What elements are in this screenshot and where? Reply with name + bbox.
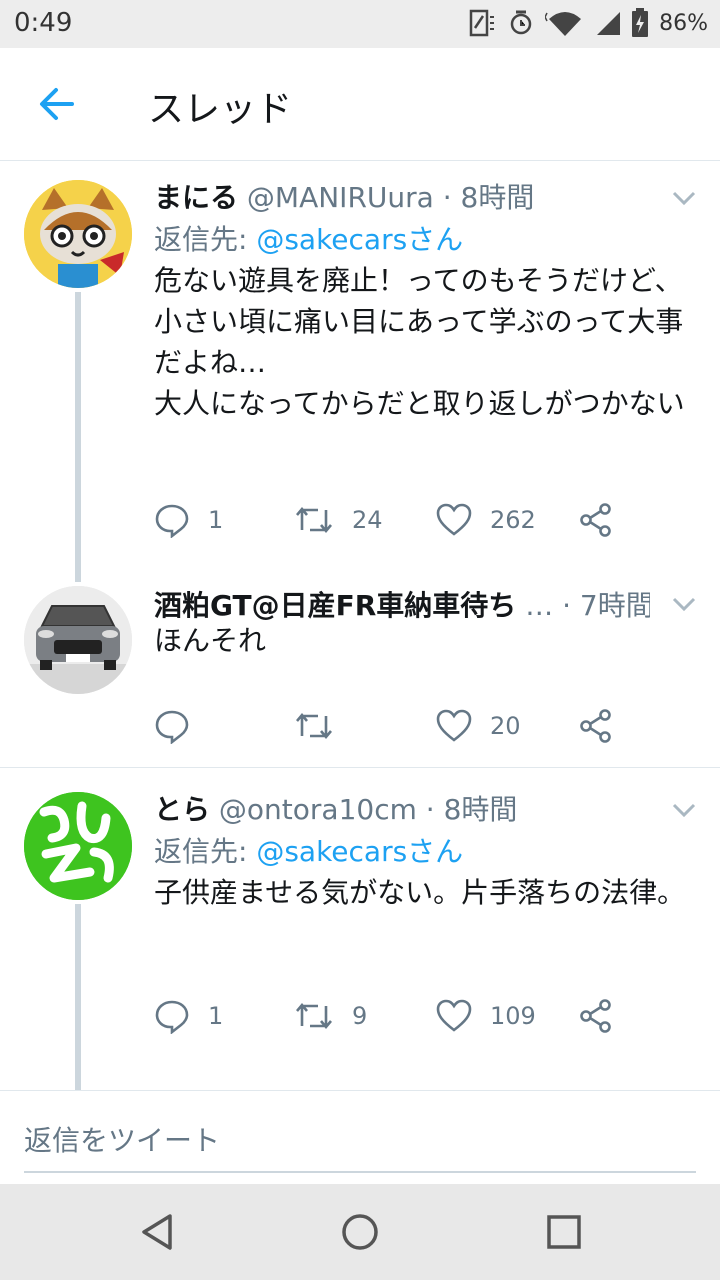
like-count: 20 (490, 712, 521, 740)
tweet-1[interactable]: まにる @MANIRUura · 8時間 返信先: @sakecarsさん 危な… (0, 160, 720, 582)
like-count: 109 (490, 1002, 536, 1030)
tweet-header: まにる @MANIRUura · 8時間 (154, 176, 650, 216)
timestamp: 7時間 (579, 589, 650, 622)
alarm-icon (510, 10, 532, 35)
reply-to-label: 返信先: (154, 835, 248, 868)
reply-icon (155, 710, 189, 744)
tweet-actions: 20 (154, 708, 694, 748)
page-title: スレッド (148, 89, 293, 130)
retweet-button[interactable]: 9 (294, 998, 367, 1034)
arrow-left-icon[interactable] (36, 84, 76, 124)
tweet-3[interactable]: とら @ontora10cm · 8時間 返信先: @sakecarsさん 子供… (0, 770, 720, 1090)
avatar[interactable] (24, 180, 132, 288)
avatar[interactable] (24, 792, 132, 900)
like-button[interactable]: 20 (436, 708, 521, 744)
reply-to-mention[interactable]: @sakecarsさん (256, 835, 463, 868)
reply-icon (155, 504, 189, 538)
separator: · (425, 793, 435, 826)
tora-avatar-image (24, 792, 132, 900)
timestamp: 8時間 (460, 181, 535, 214)
battery-percent: 86% (659, 10, 708, 36)
wifi-icon (545, 12, 582, 36)
retweet-icon (296, 1002, 332, 1030)
heart-icon (436, 709, 472, 742)
reply-to: 返信先: @sakecarsさん (154, 218, 463, 258)
recents-square-icon[interactable] (546, 1212, 582, 1252)
cat-avatar-image (24, 180, 132, 288)
like-count: 262 (490, 506, 536, 534)
retweet-icon (296, 712, 332, 740)
back-triangle-icon[interactable] (138, 1212, 178, 1252)
status-icons: 86% (467, 8, 708, 38)
battery-icon (632, 8, 649, 37)
user-handle[interactable]: @ontora10cm (219, 793, 417, 826)
reply-count: 1 (208, 1002, 224, 1030)
system-nav-bar (0, 1184, 720, 1280)
reply-button[interactable]: 1 (154, 998, 223, 1034)
tweet-text: ほんそれ (154, 624, 267, 657)
reply-icon (155, 1000, 189, 1034)
share-button[interactable] (578, 998, 614, 1034)
retweet-count: 24 (352, 506, 383, 534)
share-icon (580, 709, 611, 743)
timestamp: 8時間 (443, 793, 518, 826)
retweet-button[interactable]: 24 (294, 502, 383, 538)
user-handle[interactable]: … (525, 589, 553, 622)
reply-to-label: 返信先: (154, 223, 248, 256)
tweet-text: 子供産ませる気がない。片手落ちの法律。 (154, 876, 686, 909)
display-name[interactable]: 酒粕GT@日産FR車納車待ち (154, 589, 516, 622)
signal-icon (597, 12, 621, 35)
reply-input[interactable]: 返信をツイート (24, 1119, 220, 1159)
avatar[interactable] (24, 586, 132, 694)
share-button[interactable] (578, 502, 614, 538)
reply-to: 返信先: @sakecarsさん (154, 830, 463, 870)
separator: · (442, 181, 452, 214)
app-bar: スレッド (0, 48, 720, 161)
like-button[interactable]: 262 (436, 502, 536, 538)
thread-line (75, 292, 81, 582)
heart-icon (436, 999, 472, 1032)
reply-button[interactable] (154, 708, 208, 744)
retweet-count: 9 (352, 1002, 368, 1030)
like-button[interactable]: 109 (436, 998, 536, 1034)
user-handle[interactable]: @MANIRUura (247, 181, 434, 214)
reply-composer: 返信をツイート (0, 1090, 720, 1185)
input-underline (24, 1171, 696, 1173)
thread-divider (0, 767, 720, 768)
tweet-header: 酒粕GT@日産FR車納車待ち … · 7時間 (154, 584, 650, 624)
reply-to-mention[interactable]: @sakecarsさん (256, 223, 463, 256)
share-button[interactable] (578, 708, 614, 744)
heart-icon (436, 503, 472, 536)
share-icon (580, 999, 611, 1033)
tweet-header: とら @ontora10cm · 8時間 (154, 788, 650, 828)
separator: · (562, 589, 571, 622)
tweet-actions: 1 24 262 (154, 502, 694, 542)
car-avatar-image (24, 586, 132, 694)
retweet-icon (296, 506, 332, 534)
home-circle-icon[interactable] (340, 1212, 380, 1252)
display-name[interactable]: とら (154, 793, 210, 826)
tweet-actions: 1 9 109 (154, 998, 694, 1038)
thread-line (75, 904, 81, 1090)
reply-button[interactable]: 1 (154, 502, 223, 538)
chevron-down-icon[interactable] (672, 190, 696, 206)
nfc-icon (469, 9, 495, 37)
status-time: 0:49 (14, 8, 73, 38)
status-bar: 0:49 86% (0, 0, 720, 48)
chevron-down-icon[interactable] (672, 596, 696, 612)
retweet-button[interactable] (294, 708, 352, 744)
reply-count: 1 (208, 506, 224, 534)
tweet-2[interactable]: 酒粕GT@日産FR車納車待ち … · 7時間 ほんそれ 20 (0, 580, 720, 768)
tweet-text: 危ない遊具を廃止！ってのもそうだけど、小さい頃に痛い目にあって学ぶのって大事だよ… (154, 264, 685, 420)
chevron-down-icon[interactable] (672, 802, 696, 818)
share-icon (580, 503, 611, 537)
display-name[interactable]: まにる (154, 181, 238, 214)
